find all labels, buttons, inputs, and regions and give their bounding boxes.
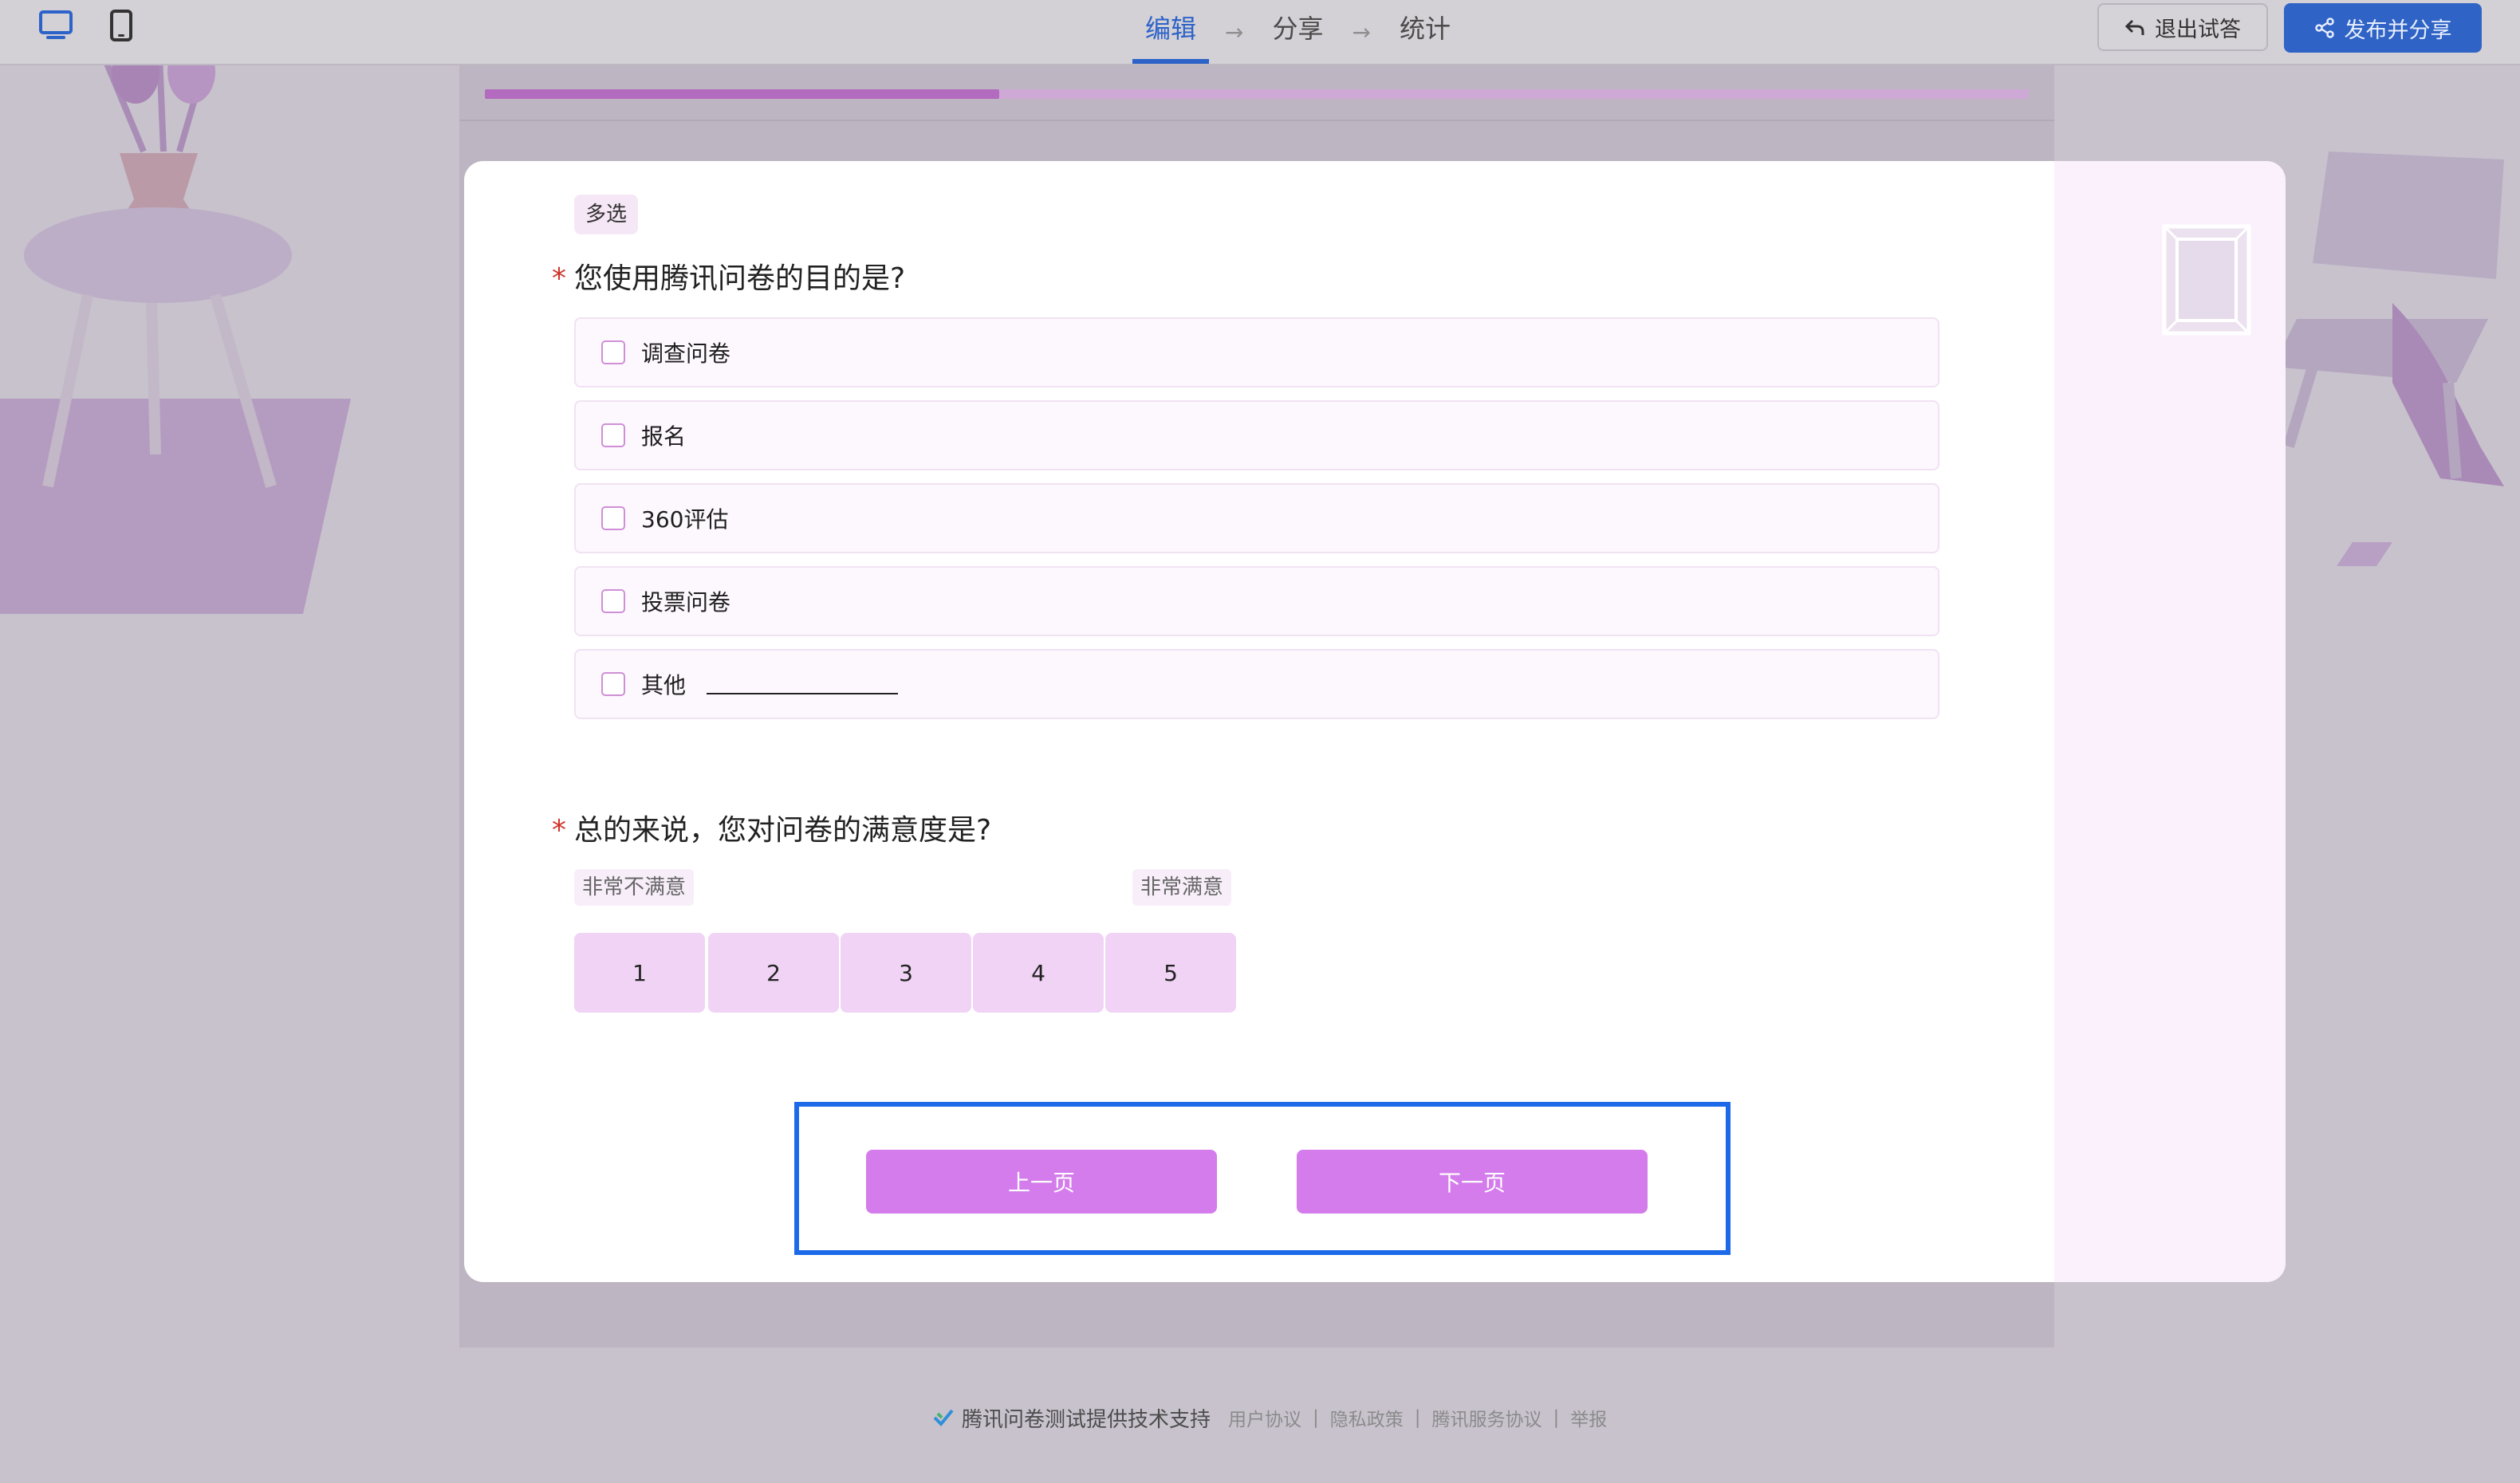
scale-option-1[interactable]: 1 — [574, 933, 705, 1013]
scale-max-label: 非常满意 — [1132, 869, 1232, 906]
tencent-survey-logo-icon — [933, 1409, 954, 1426]
footer-link-privacy[interactable]: 隐私政策 — [1330, 1404, 1404, 1431]
required-mark: * — [552, 814, 566, 847]
footer-separator: | — [1414, 1407, 1421, 1428]
question-type-badge: 多选 — [574, 195, 639, 234]
footer: 腾讯问卷测试提供技术支持 用户协议 | 隐私政策 | 腾讯服务协议 | 举报 — [931, 1402, 1607, 1434]
other-text-input[interactable] — [707, 693, 899, 694]
undo-icon — [2124, 19, 2144, 35]
option-label: 投票问卷 — [641, 589, 731, 616]
checkbox[interactable] — [601, 672, 625, 696]
checkbox[interactable] — [601, 423, 625, 447]
question-2-text: 总的来说，您对问卷的满意度是? — [574, 814, 992, 847]
mobile-view-icon[interactable] — [102, 6, 140, 45]
step-share[interactable]: 分享 — [1259, 0, 1336, 64]
option-label: 360评估 — [641, 506, 729, 533]
checkbox[interactable] — [601, 589, 625, 613]
footer-link-report[interactable]: 举报 — [1570, 1404, 1607, 1431]
table-vase-illustration — [0, 64, 351, 614]
step-edit[interactable]: 编辑 — [1132, 0, 1210, 64]
publish-share-button[interactable]: 发布并分享 — [2284, 3, 2482, 53]
survey-card: 多选 * 您使用腾讯问卷的目的是? 调查问卷 报名 360评估 投票问卷 其他 *… — [464, 161, 2286, 1282]
exit-preview-button[interactable]: 退出试答 — [2097, 3, 2268, 51]
option-signup[interactable]: 报名 — [574, 400, 1939, 470]
chair-illustration — [2273, 151, 2504, 566]
prev-page-button[interactable]: 上一页 — [866, 1150, 1217, 1214]
option-survey[interactable]: 调查问卷 — [574, 317, 1939, 387]
checkbox[interactable] — [601, 340, 625, 364]
step-nav: 编辑 → 分享 → 统计 — [1132, 0, 1463, 64]
option-label: 调查问卷 — [641, 340, 731, 367]
scale-min-label: 非常不满意 — [574, 869, 695, 906]
top-bar: 编辑 → 分享 → 统计 退出试答 发布并分享 — [0, 0, 2520, 65]
footer-separator: | — [1313, 1407, 1319, 1428]
footer-brand: 腾讯问卷测试提供技术支持 — [962, 1407, 1211, 1432]
publish-share-label: 发布并分享 — [2344, 18, 2452, 43]
scale-option-3[interactable]: 3 — [841, 933, 971, 1013]
option-label: 报名 — [641, 423, 687, 450]
question-1-text: 您使用腾讯问卷的目的是? — [574, 262, 906, 295]
share-icon — [2314, 18, 2334, 38]
progress-fill — [485, 89, 999, 99]
exit-preview-label: 退出试答 — [2155, 17, 2241, 42]
option-label: 其他 — [641, 672, 687, 698]
question-2-title: * 总的来说，您对问卷的满意度是? — [552, 807, 991, 848]
checkbox[interactable] — [601, 506, 625, 530]
footer-link-user-agreement[interactable]: 用户协议 — [1228, 1404, 1301, 1431]
footer-separator: | — [1553, 1407, 1560, 1428]
required-mark: * — [552, 262, 566, 295]
divider — [459, 120, 2054, 121]
footer-link-service-agreement[interactable]: 腾讯服务协议 — [1432, 1404, 1542, 1431]
desktop-view-icon[interactable] — [37, 6, 75, 45]
scale-option-4[interactable]: 4 — [973, 933, 1104, 1013]
picture-frame-icon — [2162, 224, 2251, 336]
question-1-title: * 您使用腾讯问卷的目的是? — [552, 255, 905, 297]
scale-option-2[interactable]: 2 — [708, 933, 839, 1013]
step-stats[interactable]: 统计 — [1387, 0, 1463, 64]
option-vote[interactable]: 投票问卷 — [574, 566, 1939, 636]
arrow-right-icon: → — [1352, 18, 1371, 45]
option-other[interactable]: 其他 — [574, 649, 1939, 719]
arrow-right-icon: → — [1225, 18, 1244, 45]
next-page-button[interactable]: 下一页 — [1297, 1150, 1648, 1214]
option-360-evaluation[interactable]: 360评估 — [574, 483, 1939, 553]
scale-option-5[interactable]: 5 — [1105, 933, 1236, 1013]
